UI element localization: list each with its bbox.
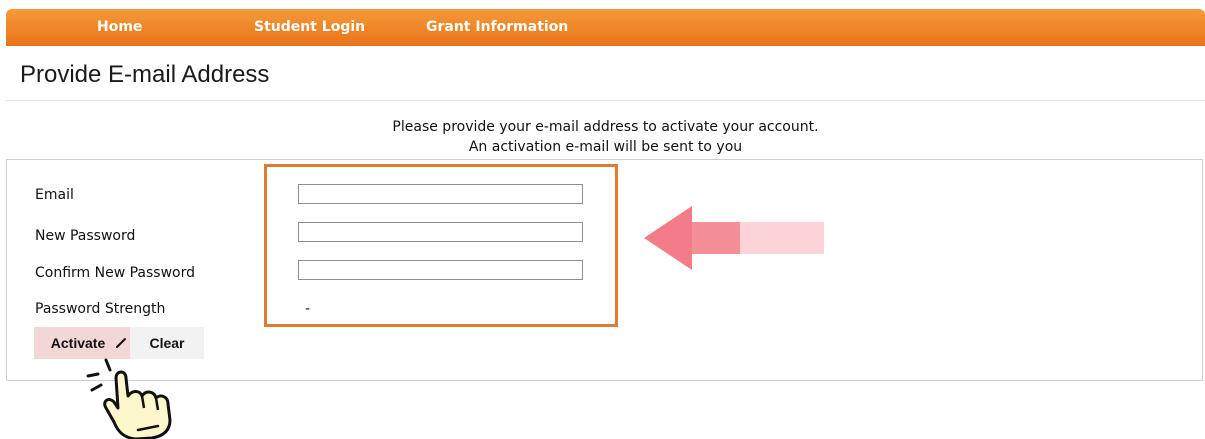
activate-button-label: Activate	[50, 335, 106, 351]
confirm-password-input[interactable]	[298, 260, 583, 280]
password-strength-value: -	[305, 301, 311, 317]
password-strength-label: Password Strength	[35, 301, 166, 317]
left-arrow-icon	[644, 206, 824, 270]
nav-student-login[interactable]: Student Login	[254, 19, 365, 35]
instructions-text: Please provide your e-mail address to ac…	[6, 117, 1205, 157]
instructions-line-1: Please provide your e-mail address to ac…	[392, 119, 819, 135]
pencil-icon	[116, 338, 126, 348]
top-navigation-bar: Home Student Login Grant Information	[6, 9, 1205, 46]
activation-page: Home Student Login Grant Information Pro…	[0, 0, 1205, 439]
pointing-hand-icon	[86, 358, 172, 439]
email-label: Email	[35, 187, 74, 203]
clear-button-label: Clear	[149, 335, 185, 351]
page-title: Provide E-mail Address	[20, 61, 270, 88]
new-password-input[interactable]	[298, 222, 583, 242]
confirm-password-label: Confirm New Password	[35, 265, 196, 281]
nav-grant-information[interactable]: Grant Information	[426, 19, 568, 35]
email-input[interactable]	[298, 184, 583, 204]
new-password-label: New Password	[35, 228, 136, 244]
title-divider	[6, 100, 1205, 101]
instructions-line-2: An activation e-mail will be sent to you	[468, 139, 743, 155]
nav-home[interactable]: Home	[97, 19, 142, 35]
